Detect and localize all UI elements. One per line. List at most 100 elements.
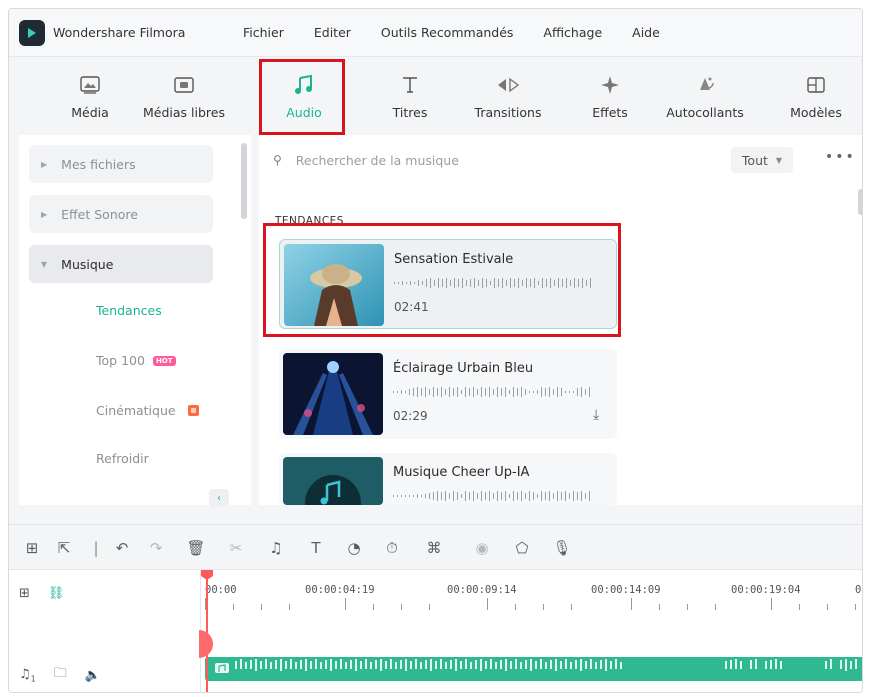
play-circle-icon[interactable]: ◉ xyxy=(471,537,493,559)
timecode: 00:00:09:14 xyxy=(447,584,517,596)
cut-icon[interactable]: ✂ xyxy=(225,537,247,559)
timeline: ⊞ ⛓ ♫1 🗀 🔈 00:00 00:00:04:19 00:00:09:14… xyxy=(9,569,862,692)
ruler-tick xyxy=(261,604,262,610)
timecode: 00:00:19:04 xyxy=(731,584,801,596)
tab-titres[interactable]: Titres xyxy=(367,67,453,133)
stock-media-icon xyxy=(174,71,194,99)
effects-icon xyxy=(599,71,621,99)
folder-icon[interactable]: 🗀 xyxy=(54,664,67,686)
menu-affichage[interactable]: Affichage xyxy=(543,25,602,40)
tab-media[interactable]: Média xyxy=(47,67,133,133)
section-title: TENDANCES xyxy=(275,215,344,227)
track-card[interactable]: Éclairage Urbain Bleu 02:29 ⤓ xyxy=(279,349,617,439)
titles-icon xyxy=(400,71,420,99)
timeline-ruler[interactable]: 00:00 00:00:04:19 00:00:09:14 00:00:14:0… xyxy=(201,570,862,614)
menu-fichier[interactable]: Fichier xyxy=(243,25,284,40)
track-card[interactable]: Sensation Estivale 02:41 xyxy=(279,239,617,329)
track-title: Musique Cheer Up-IA xyxy=(393,465,530,480)
track-header-controls: ⊞ ⛓ xyxy=(19,586,64,601)
sidebar-scrollbar[interactable] xyxy=(241,143,247,219)
ruler-tick xyxy=(401,604,402,610)
layout-icon[interactable]: ⊞ xyxy=(21,537,43,559)
tab-audio[interactable]: Audio xyxy=(261,67,347,133)
timer-icon[interactable]: ⏱ xyxy=(381,537,403,559)
text-icon[interactable]: T xyxy=(305,537,327,559)
speed-icon[interactable]: ◔ xyxy=(343,537,365,559)
menu-editer[interactable]: Editer xyxy=(314,25,351,40)
track-title: Sensation Estivale xyxy=(394,252,514,267)
audio-clip[interactable] xyxy=(205,657,862,681)
sidebar-subitem-cinematique[interactable]: Cinématique xyxy=(96,403,199,418)
ruler-tick xyxy=(631,598,632,610)
playhead-drag-handle[interactable] xyxy=(199,630,213,658)
link-icon[interactable]: ⛓ xyxy=(48,586,65,601)
tab-media-label: Média xyxy=(71,105,109,120)
tab-autocollants-label: Autocollants xyxy=(666,105,744,120)
ruler-tick xyxy=(543,604,544,610)
tab-modeles-label: Modèles xyxy=(790,105,842,120)
add-track-icon[interactable]: ⊞ xyxy=(19,586,30,601)
download-icon[interactable]: ⤓ xyxy=(593,407,599,423)
redo-icon[interactable]: ↷ xyxy=(145,537,167,559)
menu-bar: Wondershare Filmora Fichier Editer Outil… xyxy=(9,9,862,57)
sidebar-subitem-refroidir[interactable]: Refroidir xyxy=(96,451,149,466)
ai-translate-icon[interactable]: ⌘ xyxy=(423,537,445,559)
shield-icon[interactable]: ⬠ xyxy=(511,537,533,559)
track-card[interactable]: Musique Cheer Up-IA xyxy=(279,453,617,505)
search-icon: ⚲ xyxy=(273,153,282,167)
microphone-icon[interactable]: 🎙 xyxy=(551,537,573,559)
sidebar-subitem-top-100[interactable]: Top 100 HOT xyxy=(96,353,176,368)
sidebar-item-mes-fichiers[interactable]: ▶ Mes fichiers xyxy=(29,145,213,183)
search-input[interactable]: Rechercher de la musique xyxy=(296,153,459,168)
audio-track-controls: ♫1 🗀 🔈 xyxy=(19,664,101,686)
library-scrollbar[interactable] xyxy=(858,189,862,215)
track-header: ⊞ ⛓ ♫1 🗀 🔈 xyxy=(9,570,201,692)
sidebar-item-label: Effet Sonore xyxy=(61,206,138,222)
ruler-tick xyxy=(233,604,234,610)
chevron-down-icon: ▼ xyxy=(775,155,783,165)
chevron-left-icon: ‹ xyxy=(217,492,221,504)
tab-transitions[interactable]: Transitions xyxy=(465,67,551,133)
track-duration: 02:29 xyxy=(393,409,428,423)
music-library-panel: ⚲ Rechercher de la musique Tout ▼ ••• TE… xyxy=(259,135,862,505)
speaker-icon[interactable]: 🔈 xyxy=(85,668,101,683)
more-options-icon[interactable]: ••• xyxy=(825,149,856,165)
subitem-label: Cinématique xyxy=(96,403,176,418)
tab-medias-libres[interactable]: Médias libres xyxy=(141,67,227,133)
ruler-tick xyxy=(827,604,828,610)
waveform-icon xyxy=(393,387,590,397)
caret-down-icon: ▼ xyxy=(41,259,48,269)
timecode: 00:00:14:09 xyxy=(591,584,661,596)
menu-outils-recommandes[interactable]: Outils Recommandés xyxy=(381,25,514,40)
audio-waveform xyxy=(215,659,857,673)
tab-medias-libres-label: Médias libres xyxy=(143,105,225,120)
track-duration: 02:41 xyxy=(394,300,429,314)
sidebar-subitem-tendances[interactable]: Tendances xyxy=(96,303,162,318)
tab-audio-label: Audio xyxy=(286,105,322,120)
sidebar-item-musique[interactable]: ▼ Musique xyxy=(29,245,213,283)
collapse-sidebar-button[interactable]: ‹ xyxy=(209,489,229,507)
delete-icon[interactable]: 🗑 xyxy=(185,537,207,559)
waveform-icon xyxy=(393,491,590,501)
audio-split-icon[interactable]: ♫ xyxy=(265,537,287,559)
undo-icon[interactable]: ↶ xyxy=(111,537,133,559)
sidebar-item-label: Mes fichiers xyxy=(61,156,136,172)
tab-effets[interactable]: Effets xyxy=(567,67,653,133)
waveform-icon xyxy=(394,278,591,288)
sidebar-item-effet-sonore[interactable]: ▶ Effet Sonore xyxy=(29,195,213,233)
select-pointer-icon[interactable]: ⇱ xyxy=(53,537,75,559)
tab-autocollants[interactable]: Autocollants xyxy=(662,67,748,133)
tab-modeles[interactable]: Modèles xyxy=(773,67,859,133)
search-bar[interactable]: ⚲ Rechercher de la musique xyxy=(273,147,459,173)
filmora-logo-icon xyxy=(19,19,45,46)
track-thumbnail xyxy=(283,457,383,505)
menu-aide[interactable]: Aide xyxy=(632,25,660,40)
ruler-tick xyxy=(289,604,290,610)
filter-dropdown[interactable]: Tout ▼ xyxy=(731,147,793,173)
audio-sidebar: ▶ Mes fichiers ▶ Effet Sonore ▼ Musique … xyxy=(19,135,251,507)
track-thumbnail xyxy=(284,244,384,326)
transitions-icon xyxy=(496,71,520,99)
ruler-tick xyxy=(487,598,488,610)
ruler-tick xyxy=(373,604,374,610)
templates-icon xyxy=(806,71,826,99)
